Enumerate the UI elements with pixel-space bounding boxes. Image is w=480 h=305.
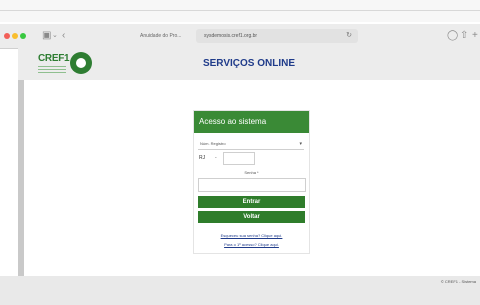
cref1-logo[interactable]: CREF1: [38, 52, 118, 78]
shield-icon[interactable]: ◯: [447, 29, 458, 43]
forgot-password-link[interactable]: Esqueceu sua senha? Clique aqui.: [194, 232, 309, 239]
back-arrow-icon[interactable]: ‹: [62, 29, 65, 43]
new-tab-icon[interactable]: +: [472, 29, 478, 43]
login-type-value: Núm. Registro: [200, 141, 226, 146]
reload-icon[interactable]: ↻: [346, 29, 352, 43]
page-footer: © CREF1 - Sistema: [0, 276, 480, 305]
first-access-link[interactable]: Para o 1º acesso? Clique aqui.: [194, 241, 309, 248]
footer-text: © CREF1 - Sistema: [440, 279, 476, 284]
browser-tab[interactable]: Anuidade do Pro...: [140, 30, 195, 42]
maximize-window-button[interactable]: [20, 33, 26, 39]
photo-background: [0, 0, 480, 22]
login-title: Acesso ao sistema: [199, 117, 267, 126]
uf-separator: -: [215, 155, 217, 161]
logo-emblem-icon: [70, 52, 92, 74]
login-card: Acesso ao sistema Núm. Registro ▾ RJ - S…: [193, 110, 310, 254]
divider: [0, 10, 480, 11]
close-window-button[interactable]: [4, 33, 10, 39]
chevron-down-icon[interactable]: ⌄: [52, 29, 58, 43]
minimize-window-button[interactable]: [12, 33, 18, 39]
site-header: SERVIÇOS ONLINE CREF1: [18, 48, 480, 80]
tab-title: Anuidade do Pro...: [140, 33, 182, 39]
sidebar-icon[interactable]: ▣: [42, 29, 51, 43]
logo-text: CREF1: [38, 53, 70, 64]
side-strip: [18, 80, 24, 276]
enter-button[interactable]: Entrar: [198, 196, 305, 208]
address-text: sysdemosis.cref1.org.br: [204, 33, 258, 39]
logo-tagline-lines: [38, 66, 66, 74]
login-card-header: Acesso ao sistema: [194, 111, 309, 133]
password-input[interactable]: [198, 178, 306, 192]
chevron-down-icon: ▾: [299, 141, 302, 147]
browser-toolbar: ▣ ⌄ ‹ Anuidade do Pro... sysdemosis.cref…: [0, 24, 480, 49]
password-label: Senha *: [244, 170, 259, 175]
login-type-select[interactable]: Núm. Registro ▾: [198, 139, 304, 150]
address-bar[interactable]: sysdemosis.cref1.org.br ↻: [196, 29, 358, 43]
registration-input[interactable]: [223, 152, 255, 165]
share-icon[interactable]: ⇧: [460, 29, 468, 43]
back-button[interactable]: Voltar: [198, 211, 305, 223]
uf-label: RJ: [199, 155, 206, 161]
